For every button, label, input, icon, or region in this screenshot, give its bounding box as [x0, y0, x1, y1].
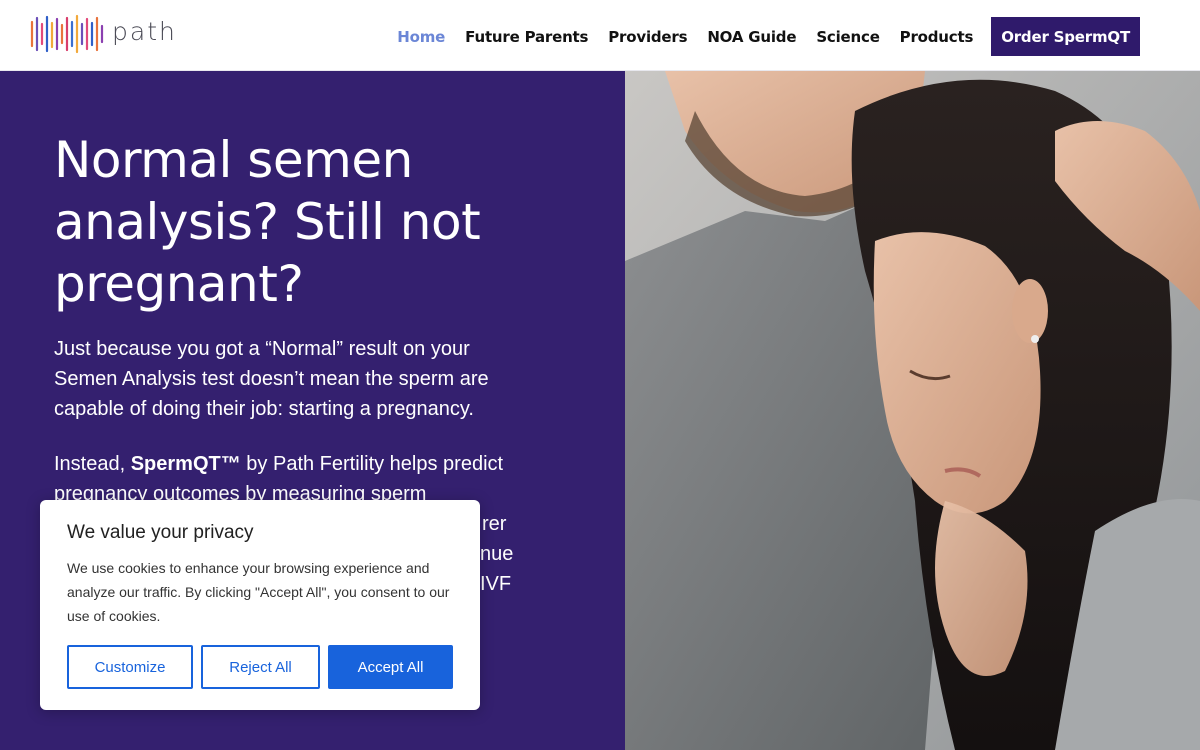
- logo-text: path: [112, 16, 177, 46]
- spermqt-brand: SpermQT™: [130, 453, 241, 475]
- nav-products[interactable]: Products: [900, 28, 974, 46]
- nav-providers[interactable]: Providers: [608, 28, 687, 46]
- cookie-text: We use cookies to enhance your browsing …: [67, 560, 450, 624]
- hero-photo: [625, 71, 1200, 750]
- path-logo[interactable]: path: [30, 14, 177, 54]
- cookie-consent-banner: We value your privacy We use cookies to …: [40, 500, 480, 710]
- obscured-fragment: IVF: [480, 573, 512, 595]
- nav-home[interactable]: Home: [397, 28, 445, 46]
- hero-title: Normal semen analysis? Still not pregnan…: [54, 131, 481, 313]
- obscured-fragment: rer: [482, 513, 507, 535]
- customize-button[interactable]: Customize: [67, 645, 193, 689]
- reject-all-button[interactable]: Reject All: [201, 645, 320, 689]
- couple-photo-image: [625, 71, 1200, 750]
- obscured-fragment: nue: [480, 543, 514, 565]
- nav-science[interactable]: Science: [816, 28, 880, 46]
- paragraph-2-prefix: Instead,: [54, 453, 131, 475]
- nav-noa-guide[interactable]: NOA Guide: [707, 28, 796, 46]
- hero-paragraph-1: Just because you got a “Normal” result o…: [54, 338, 489, 420]
- cookie-title: We value your privacy: [67, 522, 254, 543]
- site-header: path Home Future Parents Providers NOA G…: [0, 0, 1200, 71]
- accept-all-button[interactable]: Accept All: [328, 645, 453, 689]
- order-spermqt-button[interactable]: Order SpermQT: [991, 17, 1140, 56]
- main-nav: Home Future Parents Providers NOA Guide …: [377, 17, 1140, 56]
- logo-bars-icon: [30, 14, 104, 54]
- nav-future-parents[interactable]: Future Parents: [465, 28, 588, 46]
